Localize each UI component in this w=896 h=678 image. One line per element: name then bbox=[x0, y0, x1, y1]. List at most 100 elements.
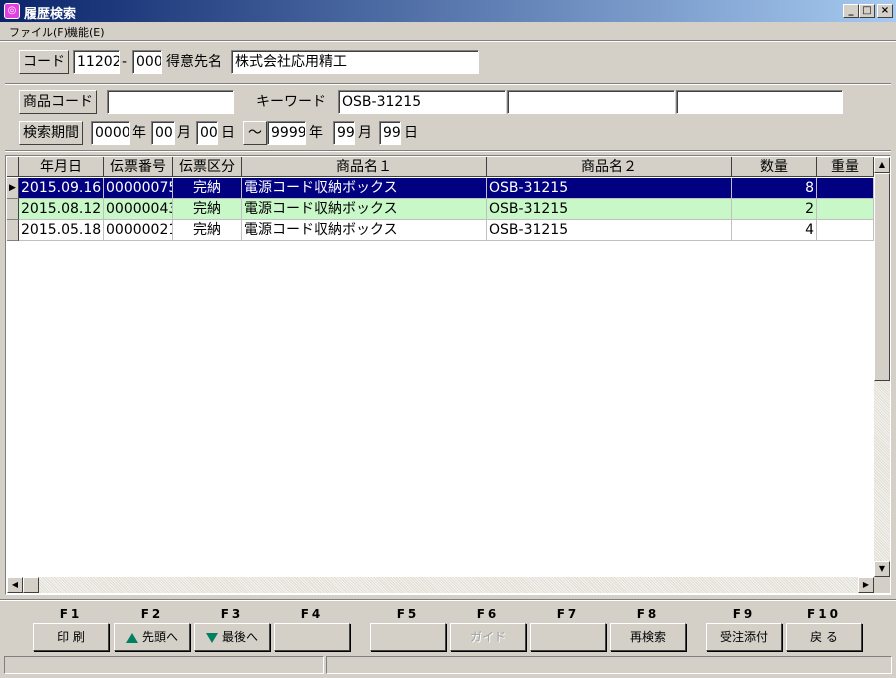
scroll-right-icon[interactable]: ▶ bbox=[858, 577, 874, 593]
minimize-icon[interactable]: _ bbox=[843, 4, 859, 18]
status-panel-1 bbox=[4, 656, 324, 674]
cell-quantity[interactable]: 4 bbox=[732, 220, 817, 241]
cell-quantity[interactable]: 8 bbox=[732, 178, 817, 199]
title-bar[interactable]: ◎ 履歴検索 _ □ × bbox=[0, 0, 896, 22]
col-header-weight[interactable]: 重量 bbox=[817, 157, 874, 177]
code-label[interactable]: コード bbox=[19, 50, 69, 74]
section-separator-2 bbox=[5, 150, 891, 152]
cell-date[interactable]: 2015.08.12 bbox=[19, 199, 104, 220]
maximize-icon[interactable]: □ bbox=[859, 4, 875, 18]
to-month-field[interactable]: 99 bbox=[333, 121, 355, 145]
cell-product-2[interactable]: OSB-31215 bbox=[487, 178, 732, 199]
table-row[interactable]: 2015.08.12 00000043 完納 電源コード収納ボックス OSB-3… bbox=[7, 199, 874, 220]
scroll-left-icon[interactable]: ◀ bbox=[7, 577, 23, 593]
cell-product-2[interactable]: OSB-31215 bbox=[487, 220, 732, 241]
code-dash: - bbox=[122, 54, 128, 70]
row-header bbox=[7, 220, 19, 241]
from-month-field[interactable]: 00 bbox=[151, 121, 175, 145]
scroll-up-icon[interactable]: ▲ bbox=[874, 157, 890, 173]
cell-slip-no[interactable]: 00000075 bbox=[104, 178, 173, 199]
back-button[interactable]: 戻 る bbox=[786, 623, 862, 651]
cell-product-1[interactable]: 電源コード収納ボックス bbox=[242, 220, 487, 241]
keyword-label: キーワード bbox=[256, 94, 326, 110]
horizontal-scroll-thumb[interactable] bbox=[23, 577, 39, 593]
cell-product-1[interactable]: 電源コード収納ボックス bbox=[242, 178, 487, 199]
row-header bbox=[7, 199, 19, 220]
cell-weight[interactable] bbox=[817, 178, 874, 199]
col-header-product-1[interactable]: 商品名１ bbox=[242, 157, 487, 177]
menu-separator bbox=[0, 40, 896, 42]
fkey-label-f8: F8 bbox=[636, 607, 660, 621]
customer-branch-field[interactable]: 000 bbox=[132, 50, 162, 74]
close-icon[interactable]: × bbox=[877, 4, 893, 18]
cell-slip-no[interactable]: 00000021 bbox=[104, 220, 173, 241]
fkey-label-f5: F5 bbox=[396, 607, 420, 621]
go-last-button[interactable]: 最後へ bbox=[194, 623, 270, 651]
to-year-field[interactable]: 9999 bbox=[267, 121, 306, 145]
col-header-product-2[interactable]: 商品名２ bbox=[487, 157, 732, 177]
cell-weight[interactable] bbox=[817, 220, 874, 241]
go-first-button[interactable]: 先頭へ bbox=[114, 623, 190, 651]
fkey-label-f1: F1 bbox=[59, 607, 83, 621]
from-year-field[interactable]: 0000 bbox=[91, 121, 130, 145]
arrow-up-icon bbox=[125, 632, 138, 643]
f7-button[interactable] bbox=[530, 623, 606, 651]
cell-product-2[interactable]: OSB-31215 bbox=[487, 199, 732, 220]
row-header-corner bbox=[7, 157, 19, 177]
cell-weight[interactable] bbox=[817, 199, 874, 220]
col-header-slip-type[interactable]: 伝票区分 bbox=[173, 157, 242, 177]
go-first-button-label: 先頭へ bbox=[141, 630, 178, 644]
product-code-field[interactable] bbox=[107, 90, 234, 114]
from-year-unit: 年 bbox=[132, 125, 146, 141]
from-day-unit: 日 bbox=[221, 125, 235, 141]
menu-file[interactable]: ファイル(F) bbox=[9, 24, 68, 40]
horizontal-scrollbar[interactable] bbox=[7, 577, 874, 593]
print-button-label: 印 刷 bbox=[57, 630, 85, 644]
cell-slip-type[interactable]: 完納 bbox=[173, 199, 242, 220]
re-search-button[interactable]: 再検索 bbox=[610, 623, 686, 651]
product-code-label[interactable]: 商品コード bbox=[19, 90, 97, 114]
fkey-label-f9: F9 bbox=[732, 607, 756, 621]
keyword-field-2[interactable] bbox=[507, 90, 675, 114]
col-header-slip-no[interactable]: 伝票番号 bbox=[104, 157, 173, 177]
f4-button[interactable] bbox=[274, 623, 350, 651]
cell-date[interactable]: 2015.05.18 bbox=[19, 220, 104, 241]
col-header-date[interactable]: 年月日 bbox=[19, 157, 104, 177]
col-header-quantity[interactable]: 数量 bbox=[732, 157, 817, 177]
fkey-label-f7: F7 bbox=[556, 607, 580, 621]
keyword-field-3[interactable] bbox=[676, 90, 843, 114]
to-year-unit: 年 bbox=[309, 125, 323, 141]
section-separator-1 bbox=[5, 83, 891, 85]
status-panel-2 bbox=[326, 656, 892, 674]
history-grid[interactable]: 年月日 伝票番号 伝票区分 商品名１ 商品名２ 数量 重量 ▶ 2015.09.… bbox=[5, 155, 891, 595]
search-period-label[interactable]: 検索期間 bbox=[19, 121, 83, 145]
cell-slip-no[interactable]: 00000043 bbox=[104, 199, 173, 220]
row-marker-icon: ▶ bbox=[7, 178, 19, 199]
guide-button[interactable]: ガイド bbox=[450, 623, 526, 651]
f5-button[interactable] bbox=[370, 623, 446, 651]
go-last-button-label: 最後へ bbox=[221, 630, 258, 644]
guide-button-label: ガイド bbox=[469, 630, 506, 644]
keyword-field-1[interactable]: OSB-31215 bbox=[338, 90, 506, 114]
cell-quantity[interactable]: 2 bbox=[732, 199, 817, 220]
table-row[interactable]: ▶ 2015.09.16 00000075 完納 電源コード収納ボックス OSB… bbox=[7, 178, 874, 199]
cell-product-1[interactable]: 電源コード収納ボックス bbox=[242, 199, 487, 220]
cell-slip-type[interactable]: 完納 bbox=[173, 220, 242, 241]
attach-order-button[interactable]: 受注添付 bbox=[706, 623, 782, 651]
menu-function[interactable]: 機能(E) bbox=[67, 24, 105, 40]
scroll-down-icon[interactable]: ▼ bbox=[874, 561, 890, 577]
to-date-button[interactable]: ～ bbox=[243, 121, 267, 145]
back-button-label: 戻 る bbox=[810, 630, 838, 644]
cell-date[interactable]: 2015.09.16 bbox=[19, 178, 104, 199]
from-day-field[interactable]: 00 bbox=[196, 121, 218, 145]
cell-slip-type[interactable]: 完納 bbox=[173, 178, 242, 199]
customer-code-field[interactable]: 11202 bbox=[73, 50, 120, 74]
print-button[interactable]: 印 刷 bbox=[33, 623, 109, 651]
customer-name-field[interactable]: 株式会社応用精工 bbox=[231, 50, 479, 74]
fkey-label-f10: F10 bbox=[807, 607, 841, 621]
vertical-scroll-thumb[interactable] bbox=[874, 173, 890, 381]
table-row[interactable]: 2015.05.18 00000021 完納 電源コード収納ボックス OSB-3… bbox=[7, 220, 874, 241]
app-icon[interactable]: ◎ bbox=[4, 3, 20, 19]
fkey-label-f3: F3 bbox=[220, 607, 244, 621]
to-day-field[interactable]: 99 bbox=[379, 121, 401, 145]
